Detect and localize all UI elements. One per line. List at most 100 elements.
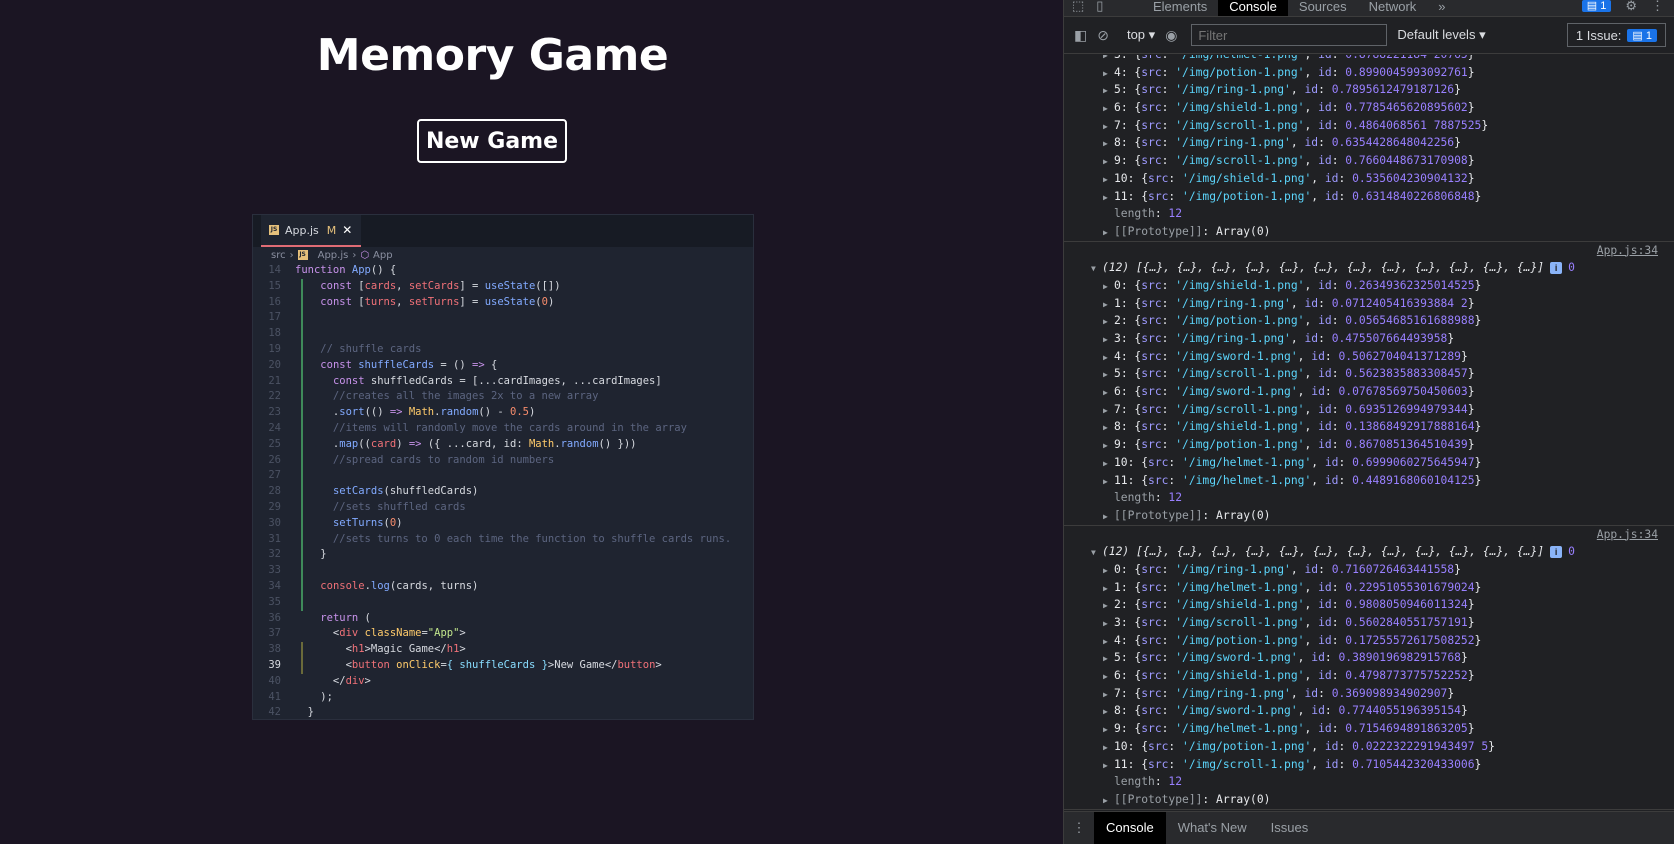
expand-right-icon[interactable]: ▶ bbox=[1103, 703, 1114, 721]
kebab-menu-icon[interactable]: ⋮ bbox=[1651, 0, 1664, 12]
array-item[interactable]: ▶ 3: {src: '/img/scroll-1.png', id: 0.560… bbox=[1064, 614, 1674, 632]
expand-right-icon[interactable]: ▶ bbox=[1103, 366, 1114, 384]
prototype-row[interactable]: ▶ [[Prototype]]: Array(0) bbox=[1064, 791, 1674, 809]
array-item[interactable]: ▶ 11: {src: '/img/potion-1.png', id: 0.63… bbox=[1064, 188, 1674, 206]
expand-right-icon[interactable]: ▶ bbox=[1103, 757, 1114, 775]
messages-badge[interactable]: ▤ 1 bbox=[1581, 0, 1612, 12]
array-item[interactable]: ▶ 9: {src: '/img/potion-1.png', id: 0.867… bbox=[1064, 436, 1674, 454]
expand-right-icon[interactable]: ▶ bbox=[1103, 580, 1114, 598]
expand-right-icon[interactable]: ▶ bbox=[1103, 437, 1114, 455]
drawer-tab-console[interactable]: Console bbox=[1094, 812, 1166, 844]
expand-right-icon[interactable]: ▶ bbox=[1103, 100, 1114, 118]
array-item[interactable]: ▶ 5: {src: '/img/sword-1.png', id: 0.3890… bbox=[1064, 649, 1674, 667]
array-item[interactable]: ▶ 3: {src: '/img/ring-1.png', id: 0.47550… bbox=[1064, 330, 1674, 348]
expand-right-icon[interactable]: ▶ bbox=[1103, 721, 1114, 739]
expand-right-icon[interactable]: ▶ bbox=[1103, 615, 1114, 633]
array-item[interactable]: ▶ 6: {src: '/img/sword-1.png', id: 0.0767… bbox=[1064, 383, 1674, 401]
array-item[interactable]: ▶ 7: {src: '/img/ring-1.png', id: 0.36909… bbox=[1064, 685, 1674, 703]
array-item[interactable]: ▶ 9: {src: '/img/scroll-1.png', id: 0.766… bbox=[1064, 152, 1674, 170]
array-item[interactable]: ▶ 8: {src: '/img/shield-1.png', id: 0.138… bbox=[1064, 418, 1674, 436]
array-item[interactable]: ▶3: {src: '/img/helmet-1.png', id: 0.878… bbox=[1064, 55, 1674, 64]
expand-right-icon[interactable]: ▶ bbox=[1103, 419, 1114, 437]
expand-right-icon[interactable]: ▶ bbox=[1103, 349, 1114, 367]
array-item[interactable]: ▶ 7: {src: '/img/scroll-1.png', id: 0.693… bbox=[1064, 401, 1674, 419]
expand-right-icon[interactable]: ▶ bbox=[1103, 224, 1114, 242]
expand-down-icon[interactable]: ▼ bbox=[1091, 260, 1102, 278]
filter-input[interactable] bbox=[1191, 24, 1388, 46]
kebab-menu-icon[interactable]: ⋮ bbox=[1064, 812, 1094, 844]
context-selector[interactable]: top ▾ bbox=[1127, 27, 1155, 43]
tab-elements[interactable]: Elements bbox=[1142, 0, 1218, 16]
clear-console-icon[interactable]: ⊘ bbox=[1097, 27, 1109, 44]
more-tabs-button[interactable]: » bbox=[1427, 0, 1456, 16]
expand-right-icon[interactable]: ▶ bbox=[1103, 597, 1114, 615]
array-item[interactable]: ▶ 6: {src: '/img/shield-1.png', id: 0.479… bbox=[1064, 667, 1674, 685]
array-item[interactable]: ▶ 5: {src: '/img/ring-1.png', id: 0.78956… bbox=[1064, 81, 1674, 99]
array-summary[interactable]: ▼ (12) [{…}, {…}, {…}, {…}, {…}, {…}, {…}… bbox=[1064, 543, 1674, 561]
expand-right-icon[interactable]: ▶ bbox=[1103, 278, 1114, 296]
tab-network[interactable]: Network bbox=[1358, 0, 1428, 16]
array-item[interactable]: ▶ 1: {src: '/img/ring-1.png', id: 0.07124… bbox=[1064, 295, 1674, 313]
log-levels-dropdown[interactable]: Default levels ▾ bbox=[1397, 27, 1485, 43]
array-item[interactable]: ▶ 4: {src: '/img/potion-1.png', id: 0.172… bbox=[1064, 632, 1674, 650]
array-item[interactable]: ▶ 6: {src: '/img/shield-1.png', id: 0.778… bbox=[1064, 99, 1674, 117]
array-item[interactable]: ▶ 0: {src: '/img/shield-1.png', id: 0.263… bbox=[1064, 277, 1674, 295]
eye-icon[interactable]: ◉ bbox=[1165, 27, 1177, 44]
array-item[interactable]: ▶ 10: {src: '/img/helmet-1.png', id: 0.69… bbox=[1064, 454, 1674, 472]
array-item[interactable]: ▶ 10: {src: '/img/potion-1.png', id: 0.02… bbox=[1064, 738, 1674, 756]
array-item[interactable]: ▶ 4: {src: '/img/sword-1.png', id: 0.5062… bbox=[1064, 348, 1674, 366]
gear-icon[interactable]: ⚙ bbox=[1625, 0, 1637, 12]
drawer-tab-whats-new[interactable]: What's New bbox=[1166, 812, 1259, 844]
prototype-row[interactable]: ▶ [[Prototype]]: Array(0) bbox=[1064, 507, 1674, 525]
expand-right-icon[interactable]: ▶ bbox=[1103, 455, 1114, 473]
array-item[interactable]: ▶ 5: {src: '/img/scroll-1.png', id: 0.562… bbox=[1064, 365, 1674, 383]
expand-down-icon[interactable]: ▼ bbox=[1091, 544, 1102, 562]
source-link[interactable]: App.js:34 bbox=[1064, 242, 1674, 260]
array-item[interactable]: ▶ 0: {src: '/img/ring-1.png', id: 0.71607… bbox=[1064, 561, 1674, 579]
array-item[interactable]: ▶ 7: {src: '/img/scroll-1.png', id: 0.486… bbox=[1064, 117, 1674, 135]
expand-right-icon[interactable]: ▶ bbox=[1103, 296, 1114, 314]
prototype-row[interactable]: ▶ [[Prototype]]: Array(0) bbox=[1064, 223, 1674, 241]
array-item[interactable]: ▶ 8: {src: '/img/ring-1.png', id: 0.63544… bbox=[1064, 134, 1674, 152]
expand-right-icon[interactable]: ▶ bbox=[1103, 508, 1114, 526]
device-toolbar-icon[interactable]: ▯ bbox=[1096, 0, 1103, 12]
array-item[interactable]: ▶ 10: {src: '/img/shield-1.png', id: 0.53… bbox=[1064, 170, 1674, 188]
expand-right-icon[interactable]: ▶ bbox=[1103, 171, 1114, 189]
array-summary[interactable]: ▼ (12) [{…}, {…}, {…}, {…}, {…}, {…}, {…}… bbox=[1064, 259, 1674, 277]
expand-right-icon[interactable]: ▶ bbox=[1103, 313, 1114, 331]
expand-right-icon[interactable]: ▶ bbox=[1103, 153, 1114, 171]
array-item[interactable]: ▶ 4: {src: '/img/potion-1.png', id: 0.899… bbox=[1064, 64, 1674, 82]
sidebar-toggle-icon[interactable]: ◧ bbox=[1074, 27, 1087, 44]
issues-button[interactable]: 1 Issue: ▤ 1 bbox=[1566, 23, 1666, 47]
expand-right-icon[interactable]: ▶ bbox=[1103, 792, 1114, 810]
new-game-button[interactable]: New Game bbox=[417, 119, 567, 163]
inspect-element-icon[interactable]: ⬚ bbox=[1072, 0, 1084, 12]
expand-right-icon[interactable]: ▶ bbox=[1103, 135, 1114, 153]
expand-right-icon[interactable]: ▶ bbox=[1103, 402, 1114, 420]
expand-right-icon[interactable]: ▶ bbox=[1103, 331, 1114, 349]
expand-right-icon[interactable]: ▶ bbox=[1103, 562, 1114, 580]
expand-right-icon[interactable]: ▶ bbox=[1103, 118, 1114, 136]
expand-right-icon[interactable]: ▶ bbox=[1103, 65, 1114, 83]
array-item[interactable]: ▶ 1: {src: '/img/helmet-1.png', id: 0.229… bbox=[1064, 579, 1674, 597]
array-item[interactable]: ▶ 2: {src: '/img/potion-1.png', id: 0.056… bbox=[1064, 312, 1674, 330]
expand-right-icon[interactable]: ▶ bbox=[1103, 82, 1114, 100]
expand-right-icon[interactable]: ▶ bbox=[1103, 633, 1114, 651]
tab-sources[interactable]: Sources bbox=[1288, 0, 1358, 16]
expand-right-icon[interactable]: ▶ bbox=[1103, 668, 1114, 686]
array-item[interactable]: ▶ 11: {src: '/img/helmet-1.png', id: 0.44… bbox=[1064, 472, 1674, 490]
tab-console[interactable]: Console bbox=[1218, 0, 1288, 16]
expand-right-icon[interactable]: ▶ bbox=[1103, 473, 1114, 491]
expand-right-icon[interactable]: ▶ bbox=[1103, 384, 1114, 402]
expand-right-icon[interactable]: ▶ bbox=[1103, 686, 1114, 704]
punct: } bbox=[1460, 349, 1468, 363]
array-item[interactable]: ▶ 8: {src: '/img/sword-1.png', id: 0.7744… bbox=[1064, 702, 1674, 720]
array-item[interactable]: ▶ 2: {src: '/img/shield-1.png', id: 0.980… bbox=[1064, 596, 1674, 614]
array-item[interactable]: ▶ 11: {src: '/img/scroll-1.png', id: 0.71… bbox=[1064, 756, 1674, 774]
array-item[interactable]: ▶ 9: {src: '/img/helmet-1.png', id: 0.715… bbox=[1064, 720, 1674, 738]
expand-right-icon[interactable]: ▶ bbox=[1103, 189, 1114, 207]
expand-right-icon[interactable]: ▶ bbox=[1103, 650, 1114, 668]
drawer-tab-issues[interactable]: Issues bbox=[1259, 812, 1321, 844]
expand-right-icon[interactable]: ▶ bbox=[1103, 739, 1114, 757]
source-link[interactable]: App.js:34 bbox=[1064, 526, 1674, 544]
